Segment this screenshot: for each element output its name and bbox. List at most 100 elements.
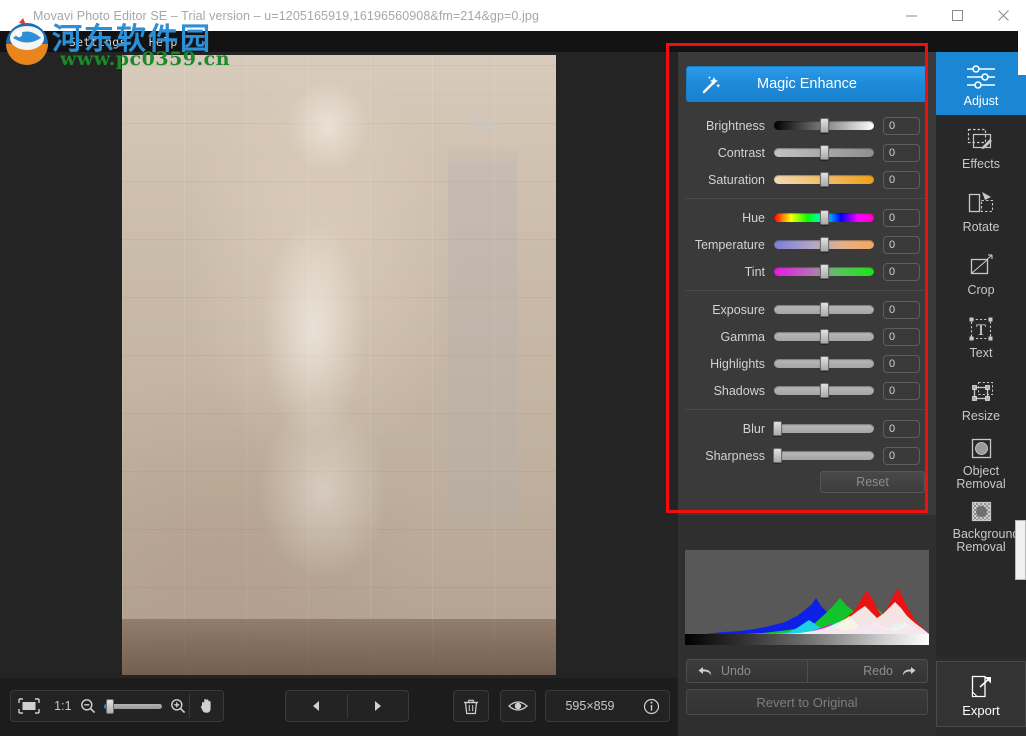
hand-tool-icon xyxy=(198,697,216,715)
slider-track-temperature[interactable] xyxy=(774,240,874,249)
slider-row-temperature[interactable]: Temperature 0 xyxy=(686,231,928,258)
slider-value-exposure[interactable]: 0 xyxy=(883,301,920,319)
magic-enhance-button[interactable]: Magic Enhance xyxy=(686,66,928,102)
slider-track-highlights[interactable] xyxy=(774,359,874,368)
sidebar-label-adjust: Adjust xyxy=(964,95,999,108)
sidebar-item-text[interactable]: T Text xyxy=(936,304,1026,367)
sidebar-item-adjust[interactable]: Adjust xyxy=(936,52,1026,115)
slider-track-exposure[interactable] xyxy=(774,305,874,314)
slider-row-sharpness[interactable]: Sharpness 0 xyxy=(686,442,928,469)
previous-arrow-icon xyxy=(309,699,323,713)
slider-row-hue[interactable]: Hue 0 xyxy=(686,204,928,231)
slider-row-shadows[interactable]: Shadows 0 xyxy=(686,377,928,404)
slider-track-hue[interactable] xyxy=(774,213,874,222)
compare-button[interactable] xyxy=(500,690,536,722)
slider-value-blur[interactable]: 0 xyxy=(883,420,920,438)
slider-track-tint[interactable] xyxy=(774,267,874,276)
sidebar-item-effects[interactable]: Effects xyxy=(936,115,1026,178)
menu-item-file[interactable]: File xyxy=(18,35,47,49)
revert-to-original-button[interactable]: Revert to Original xyxy=(686,689,928,715)
sidebar-label-object-removal-line2: Removal xyxy=(956,478,1005,491)
slider-label-temperature: Temperature xyxy=(686,238,774,252)
slider-value-brightness[interactable]: 0 xyxy=(883,117,920,135)
fit-to-screen-button[interactable] xyxy=(11,690,47,722)
slider-value-hue[interactable]: 0 xyxy=(883,209,920,227)
slider-thumb-contrast[interactable] xyxy=(820,145,829,160)
slider-track-sharpness[interactable] xyxy=(774,451,874,460)
slider-row-contrast[interactable]: Contrast 0 xyxy=(686,139,928,166)
export-button[interactable]: Export xyxy=(936,661,1026,727)
slider-track-shadows[interactable] xyxy=(774,386,874,395)
bottom-bar: 1:1 xyxy=(0,678,678,736)
sidebar-item-background-removal[interactable]: Background Removal xyxy=(936,493,1026,556)
window-scroll-artifact xyxy=(1015,520,1026,580)
menu-item-settings[interactable]: Settings xyxy=(69,35,127,49)
reset-button[interactable]: Reset xyxy=(820,471,925,493)
undo-button[interactable]: Undo xyxy=(686,659,808,683)
redo-button[interactable]: Redo xyxy=(808,659,929,683)
delete-button[interactable] xyxy=(453,690,489,722)
svg-text:T: T xyxy=(976,322,986,339)
close-button[interactable] xyxy=(980,0,1026,31)
slider-row-brightness[interactable]: Brightness 0 xyxy=(686,112,928,139)
slider-value-contrast[interactable]: 0 xyxy=(883,144,920,162)
slider-thumb-temperature[interactable] xyxy=(820,237,829,252)
slider-thumb-highlights[interactable] xyxy=(820,356,829,371)
slider-thumb-gamma[interactable] xyxy=(820,329,829,344)
hand-tool-button[interactable] xyxy=(190,690,223,722)
minimize-button[interactable] xyxy=(888,0,934,31)
zoom-in-button[interactable] xyxy=(167,690,189,722)
zoom-slider-thumb[interactable] xyxy=(106,699,114,714)
slider-thumb-exposure[interactable] xyxy=(820,302,829,317)
photo-image[interactable] xyxy=(122,55,556,675)
menu-item-help[interactable]: Help xyxy=(149,35,178,49)
slider-thumb-brightness[interactable] xyxy=(820,118,829,133)
slider-track-gamma[interactable] xyxy=(774,332,874,341)
magic-enhance-label: Magic Enhance xyxy=(757,76,857,92)
slider-row-exposure[interactable]: Exposure 0 xyxy=(686,296,928,323)
sidebar-item-object-removal[interactable]: Object Removal xyxy=(936,430,1026,493)
slider-thumb-shadows[interactable] xyxy=(820,383,829,398)
sidebar-item-resize[interactable]: Resize xyxy=(936,367,1026,430)
sidebar-item-crop[interactable]: Crop xyxy=(936,241,1026,304)
info-button[interactable] xyxy=(634,690,668,722)
slider-row-gamma[interactable]: Gamma 0 xyxy=(686,323,928,350)
slider-value-tint[interactable]: 0 xyxy=(883,263,920,281)
sidebar-item-rotate[interactable]: Rotate xyxy=(936,178,1026,241)
slider-thumb-hue[interactable] xyxy=(820,210,829,225)
slider-value-shadows[interactable]: 0 xyxy=(883,382,920,400)
slider-row-blur[interactable]: Blur 0 xyxy=(686,415,928,442)
zoom-out-button[interactable] xyxy=(78,690,98,722)
slider-row-saturation[interactable]: Saturation 0 xyxy=(686,166,928,193)
slider-row-tint[interactable]: Tint 0 xyxy=(686,258,928,285)
previous-image-button[interactable] xyxy=(286,690,347,722)
maximize-button[interactable] xyxy=(934,0,980,31)
zoom-slider[interactable] xyxy=(104,704,162,709)
slider-track-brightness[interactable] xyxy=(774,121,874,130)
slider-label-highlights: Highlights xyxy=(686,357,774,371)
slider-track-contrast[interactable] xyxy=(774,148,874,157)
slider-row-highlights[interactable]: Highlights 0 xyxy=(686,350,928,377)
slider-value-temperature[interactable]: 0 xyxy=(883,236,920,254)
slider-value-highlights[interactable]: 0 xyxy=(883,355,920,373)
slider-value-gamma[interactable]: 0 xyxy=(883,328,920,346)
zoom-ratio-label[interactable]: 1:1 xyxy=(47,690,78,722)
slider-group-light: Exposure 0 Gamma 0 Highlights 0 xyxy=(686,296,928,415)
image-info-group: 595×859 xyxy=(545,690,670,722)
slider-thumb-saturation[interactable] xyxy=(820,172,829,187)
slider-thumb-sharpness[interactable] xyxy=(773,448,782,463)
export-icon xyxy=(966,671,996,703)
next-image-button[interactable] xyxy=(347,690,408,722)
slider-value-sharpness[interactable]: 0 xyxy=(883,447,920,465)
slider-thumb-blur[interactable] xyxy=(773,421,782,436)
slider-label-sharpness: Sharpness xyxy=(686,449,774,463)
slider-value-saturation[interactable]: 0 xyxy=(883,171,920,189)
slider-track-saturation[interactable] xyxy=(774,175,874,184)
slider-track-blur[interactable] xyxy=(774,424,874,433)
canvas-area[interactable] xyxy=(0,52,678,678)
slider-label-hue: Hue xyxy=(686,211,774,225)
menu-bar: File Settings Help xyxy=(0,31,1026,52)
actions-panel: Undo Redo Revert to Original xyxy=(678,655,936,736)
slider-thumb-tint[interactable] xyxy=(820,264,829,279)
adjust-panel: Magic Enhance Brightness 0 Contrast 0 Sa… xyxy=(678,52,936,515)
